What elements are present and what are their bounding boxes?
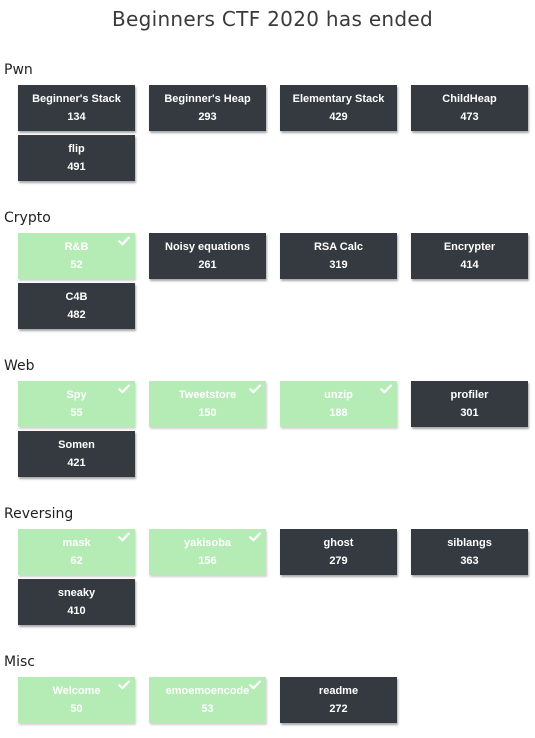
challenge-name: Elementary Stack [292, 93, 385, 105]
challenge-points: 482 [67, 309, 86, 321]
check-icon [249, 532, 261, 542]
challenge-name: flip [68, 143, 85, 155]
challenge-grid: mask 62 yakisoba 156 ghost 279 siblangs 363 snea… [18, 529, 535, 625]
challenge-points: 62 [70, 555, 83, 567]
challenge-name: sneaky [57, 587, 96, 599]
challenge-button[interactable]: RSA Calc 319 [280, 233, 397, 279]
challenge-button[interactable]: emoemoencode 53 [149, 677, 266, 723]
challenge-name: Beginner's Stack [32, 93, 121, 105]
challenge-name: ghost [323, 537, 354, 549]
challenge-points: 52 [70, 259, 83, 271]
challenge-grid: Spy 55 Tweetstore 150 unzip 188 profiler 301 Som… [18, 381, 535, 477]
category-heading: Pwn [4, 62, 33, 78]
challenge-button[interactable]: unzip 188 [280, 381, 397, 427]
challenge-points: 134 [67, 111, 86, 123]
challenge-points: 429 [329, 111, 348, 123]
challenge-name: Encrypter [443, 241, 496, 253]
challenge-name: Somen [58, 439, 95, 451]
challenge-points: 156 [198, 555, 217, 567]
challenge-button[interactable]: ghost 279 [280, 529, 397, 575]
check-icon [118, 384, 130, 394]
challenge-button[interactable]: yakisoba 156 [149, 529, 266, 575]
challenge-button[interactable]: Welcome 50 [18, 677, 135, 723]
challenge-points: 55 [70, 407, 83, 419]
check-icon [380, 384, 392, 394]
challenge-points: 293 [198, 111, 217, 123]
challenge-button[interactable]: Somen 421 [18, 431, 135, 477]
check-icon [249, 680, 261, 690]
challenge-points: 50 [70, 703, 83, 715]
challenge-button[interactable]: siblangs 363 [411, 529, 528, 575]
challenge-points: 473 [460, 111, 479, 123]
challenge-button[interactable]: Tweetstore 150 [149, 381, 266, 427]
challenge-grid: Beginner's Stack 134 Beginner's Heap 293 Ele… [18, 85, 535, 181]
challenge-button[interactable]: Beginner's Heap 293 [149, 85, 266, 131]
challenge-button[interactable]: mask 62 [18, 529, 135, 575]
category-heading: Reversing [4, 506, 74, 522]
challenge-button[interactable]: flip 491 [18, 135, 135, 181]
challenge-grid: Welcome 50 emoemoencode 53 readme 272 [18, 677, 535, 723]
challenge-points: 410 [67, 605, 86, 617]
challenge-name: Beginner's Heap [164, 93, 251, 105]
challenge-name: profiler [450, 389, 489, 401]
challenge-button[interactable]: Elementary Stack 429 [280, 85, 397, 131]
challenge-points: 53 [201, 703, 214, 715]
challenge-grid: R&B 52 Noisy equations 261 RSA Calc 319 Encryp… [18, 233, 535, 329]
challenge-button[interactable]: Encrypter 414 [411, 233, 528, 279]
challenge-button[interactable]: readme 272 [280, 677, 397, 723]
challenge-button[interactable]: ChildHeap 473 [411, 85, 528, 131]
challenge-name: Noisy equations [165, 241, 250, 253]
check-icon [118, 532, 130, 542]
challenge-button[interactable]: sneaky 410 [18, 579, 135, 625]
challenge-points: 414 [460, 259, 479, 271]
category-heading: Web [4, 358, 35, 374]
challenge-name: ChildHeap [442, 93, 497, 105]
challenge-points: 421 [67, 457, 86, 469]
check-icon [249, 384, 261, 394]
challenge-button[interactable]: Noisy equations 261 [149, 233, 266, 279]
challenge-name: C4B [65, 291, 88, 303]
category-heading: Misc [4, 654, 35, 670]
challenge-points: 272 [329, 703, 348, 715]
challenge-button[interactable]: Beginner's Stack 134 [18, 85, 135, 131]
challenge-name: readme [318, 685, 359, 697]
challenge-points: 319 [329, 259, 348, 271]
challenge-button[interactable]: Spy 55 [18, 381, 135, 427]
challenge-button[interactable]: C4B 482 [18, 283, 135, 329]
check-icon [118, 236, 130, 246]
challenge-points: 301 [460, 407, 479, 419]
challenge-name: siblangs [447, 537, 492, 549]
challenge-points: 491 [67, 161, 86, 173]
challenge-button[interactable]: profiler 301 [411, 381, 528, 427]
challenge-name: RSA Calc [313, 241, 364, 253]
challenge-points: 150 [198, 407, 217, 419]
challenge-points: 363 [460, 555, 479, 567]
page-title: Beginners CTF 2020 has ended [111, 7, 434, 31]
challenge-points: 279 [329, 555, 348, 567]
challenge-button[interactable]: R&B 52 [18, 233, 135, 279]
check-icon [118, 680, 130, 690]
challenge-points: 188 [329, 407, 348, 419]
category-heading: Crypto [4, 210, 51, 226]
challenge-points: 261 [198, 259, 217, 271]
